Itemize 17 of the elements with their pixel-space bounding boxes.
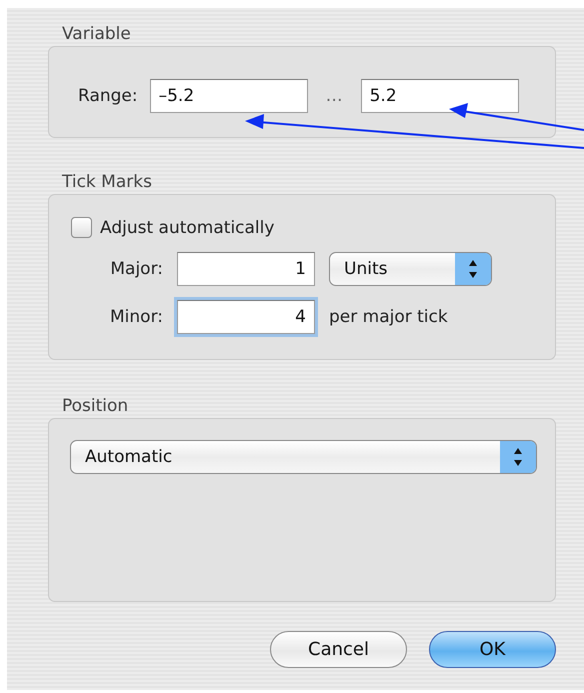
group-title: Variable [62,24,132,46]
position-dropdown[interactable]: Automatic [70,440,537,474]
ok-button[interactable]: OK [429,631,556,668]
range-to-field[interactable]: 5.2 [360,79,519,113]
ellipsis-text: … [326,86,343,106]
units-dropdown[interactable]: Units [329,252,492,286]
group-title: Tick Marks [62,172,153,194]
minor-label: Minor: [109,307,163,327]
major-label: Major: [109,259,163,279]
group-title: Position [62,396,130,418]
cancel-button[interactable]: Cancel [270,631,407,668]
major-field[interactable]: 1 [177,252,315,286]
range-from-field[interactable]: –5.2 [150,79,308,113]
minor-field[interactable]: 4 [177,300,315,334]
range-label: Range: [78,86,138,106]
minor-suffix: per major tick [329,307,448,327]
checkbox-label: Adjust automatically [100,218,274,238]
